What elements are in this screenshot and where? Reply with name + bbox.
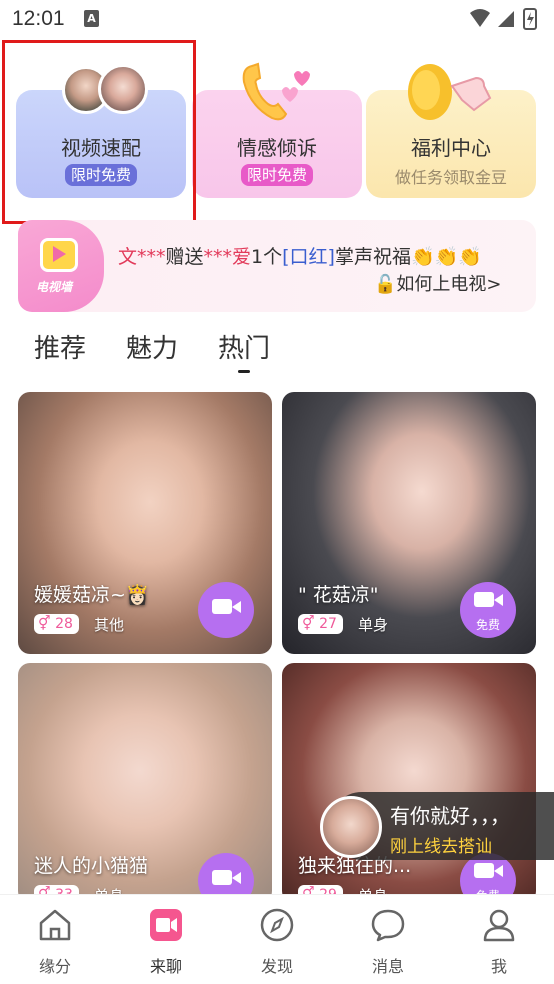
profile-name: " 花菇凉": [298, 584, 379, 606]
gift-message: 文***赠送***爱1个[口红]掌声祝福👏👏👏: [118, 242, 482, 269]
profile-status: 单身: [358, 616, 389, 634]
how-to-get-on-tv-link[interactable]: 🔓如何上电视>: [374, 270, 502, 296]
gift-tail: 掌声祝福: [334, 246, 411, 268]
avatar[interactable]: [320, 796, 382, 858]
video-camera-icon: [474, 863, 494, 878]
tab-hot[interactable]: 热门: [218, 328, 270, 365]
gift-count: 1个: [251, 246, 283, 268]
highlight-box: [2, 40, 196, 224]
video-call-button[interactable]: 免费: [460, 582, 516, 638]
nav-item-messages[interactable]: 消息: [348, 895, 428, 984]
count-value: 28: [55, 616, 73, 632]
nav-item-fate[interactable]: 缘分: [15, 895, 95, 984]
nav-item-discover[interactable]: 发现: [237, 895, 317, 984]
bottom-nav: 缘分 来聊 发现 消息 我: [0, 894, 554, 984]
gift-verb: 赠送: [165, 246, 204, 268]
profile-card[interactable]: 独来独往的... ⚥ 29 单身 免费: [282, 663, 536, 903]
nav-label: 发现: [260, 957, 293, 976]
tab-recommend[interactable]: 推荐: [34, 328, 86, 365]
nav-label: 消息: [371, 957, 404, 976]
nav-label: 来聊: [149, 957, 182, 976]
profile-name: 迷人的小猫猫: [34, 855, 149, 877]
status-time: 12:01: [12, 7, 65, 30]
emotional-talk-badge: 限时免费: [240, 164, 314, 186]
play-icon: [53, 246, 66, 262]
home-icon: [39, 909, 71, 941]
phone-hearts-icon: [242, 62, 310, 121]
free-label: 免费: [475, 618, 500, 632]
profile-count: ⚥ 28: [34, 614, 79, 634]
compass-icon: [260, 908, 294, 942]
profile-name: 媛媛菇凉~👸🏻: [34, 584, 150, 606]
nav-label: 缘分: [38, 957, 71, 976]
gift-name: [口红]: [282, 246, 335, 268]
video-camera-icon: [212, 599, 232, 614]
wifi-icon: [470, 9, 490, 27]
profile-icon: [483, 909, 515, 942]
sender-name: 文***: [118, 246, 166, 268]
tab-indicator: [238, 370, 250, 373]
toast-message: 有你就好，，，: [390, 804, 510, 828]
video-chat-icon: [150, 909, 182, 941]
clap-emoji: 👏👏👏: [410, 246, 482, 268]
profile-count: ⚥ 27: [298, 614, 343, 634]
profile-card[interactable]: " 花菇凉" ⚥ 27 单身 免费: [282, 392, 536, 654]
profile-card[interactable]: 媛媛菇凉~👸🏻 ⚥ 28 其他: [18, 392, 272, 654]
tv-wall-label: 电视墙: [36, 280, 73, 294]
video-camera-icon: [212, 870, 232, 885]
coin-hand-icon: [408, 64, 492, 120]
video-call-button[interactable]: [198, 582, 254, 638]
nav-label: 我: [490, 957, 507, 976]
count-value: 27: [319, 616, 337, 632]
video-camera-icon: [474, 592, 494, 607]
tab-charm[interactable]: 魅力: [126, 328, 178, 365]
welfare-center-subtitle: 做任务领取金豆: [394, 168, 507, 187]
notification-a-icon: A: [84, 10, 99, 27]
profile-card[interactable]: 迷人的小猫猫 ⚥ 33 单身: [18, 663, 272, 903]
emotional-talk-title: 情感倾诉: [237, 136, 317, 160]
profile-status: 其他: [94, 616, 125, 634]
cell-signal-icon: [498, 11, 514, 27]
nav-item-me[interactable]: 我: [459, 895, 539, 984]
receiver-name: ***爱: [203, 246, 252, 268]
message-icon: [371, 909, 405, 942]
toast-action[interactable]: 刚上线去搭讪: [390, 832, 492, 857]
nav-item-chat[interactable]: 来聊: [126, 895, 206, 984]
status-bar: 12:01 A: [0, 0, 554, 38]
welfare-center-title: 福利中心: [411, 136, 491, 160]
signal-battery-icons: [470, 8, 537, 30]
